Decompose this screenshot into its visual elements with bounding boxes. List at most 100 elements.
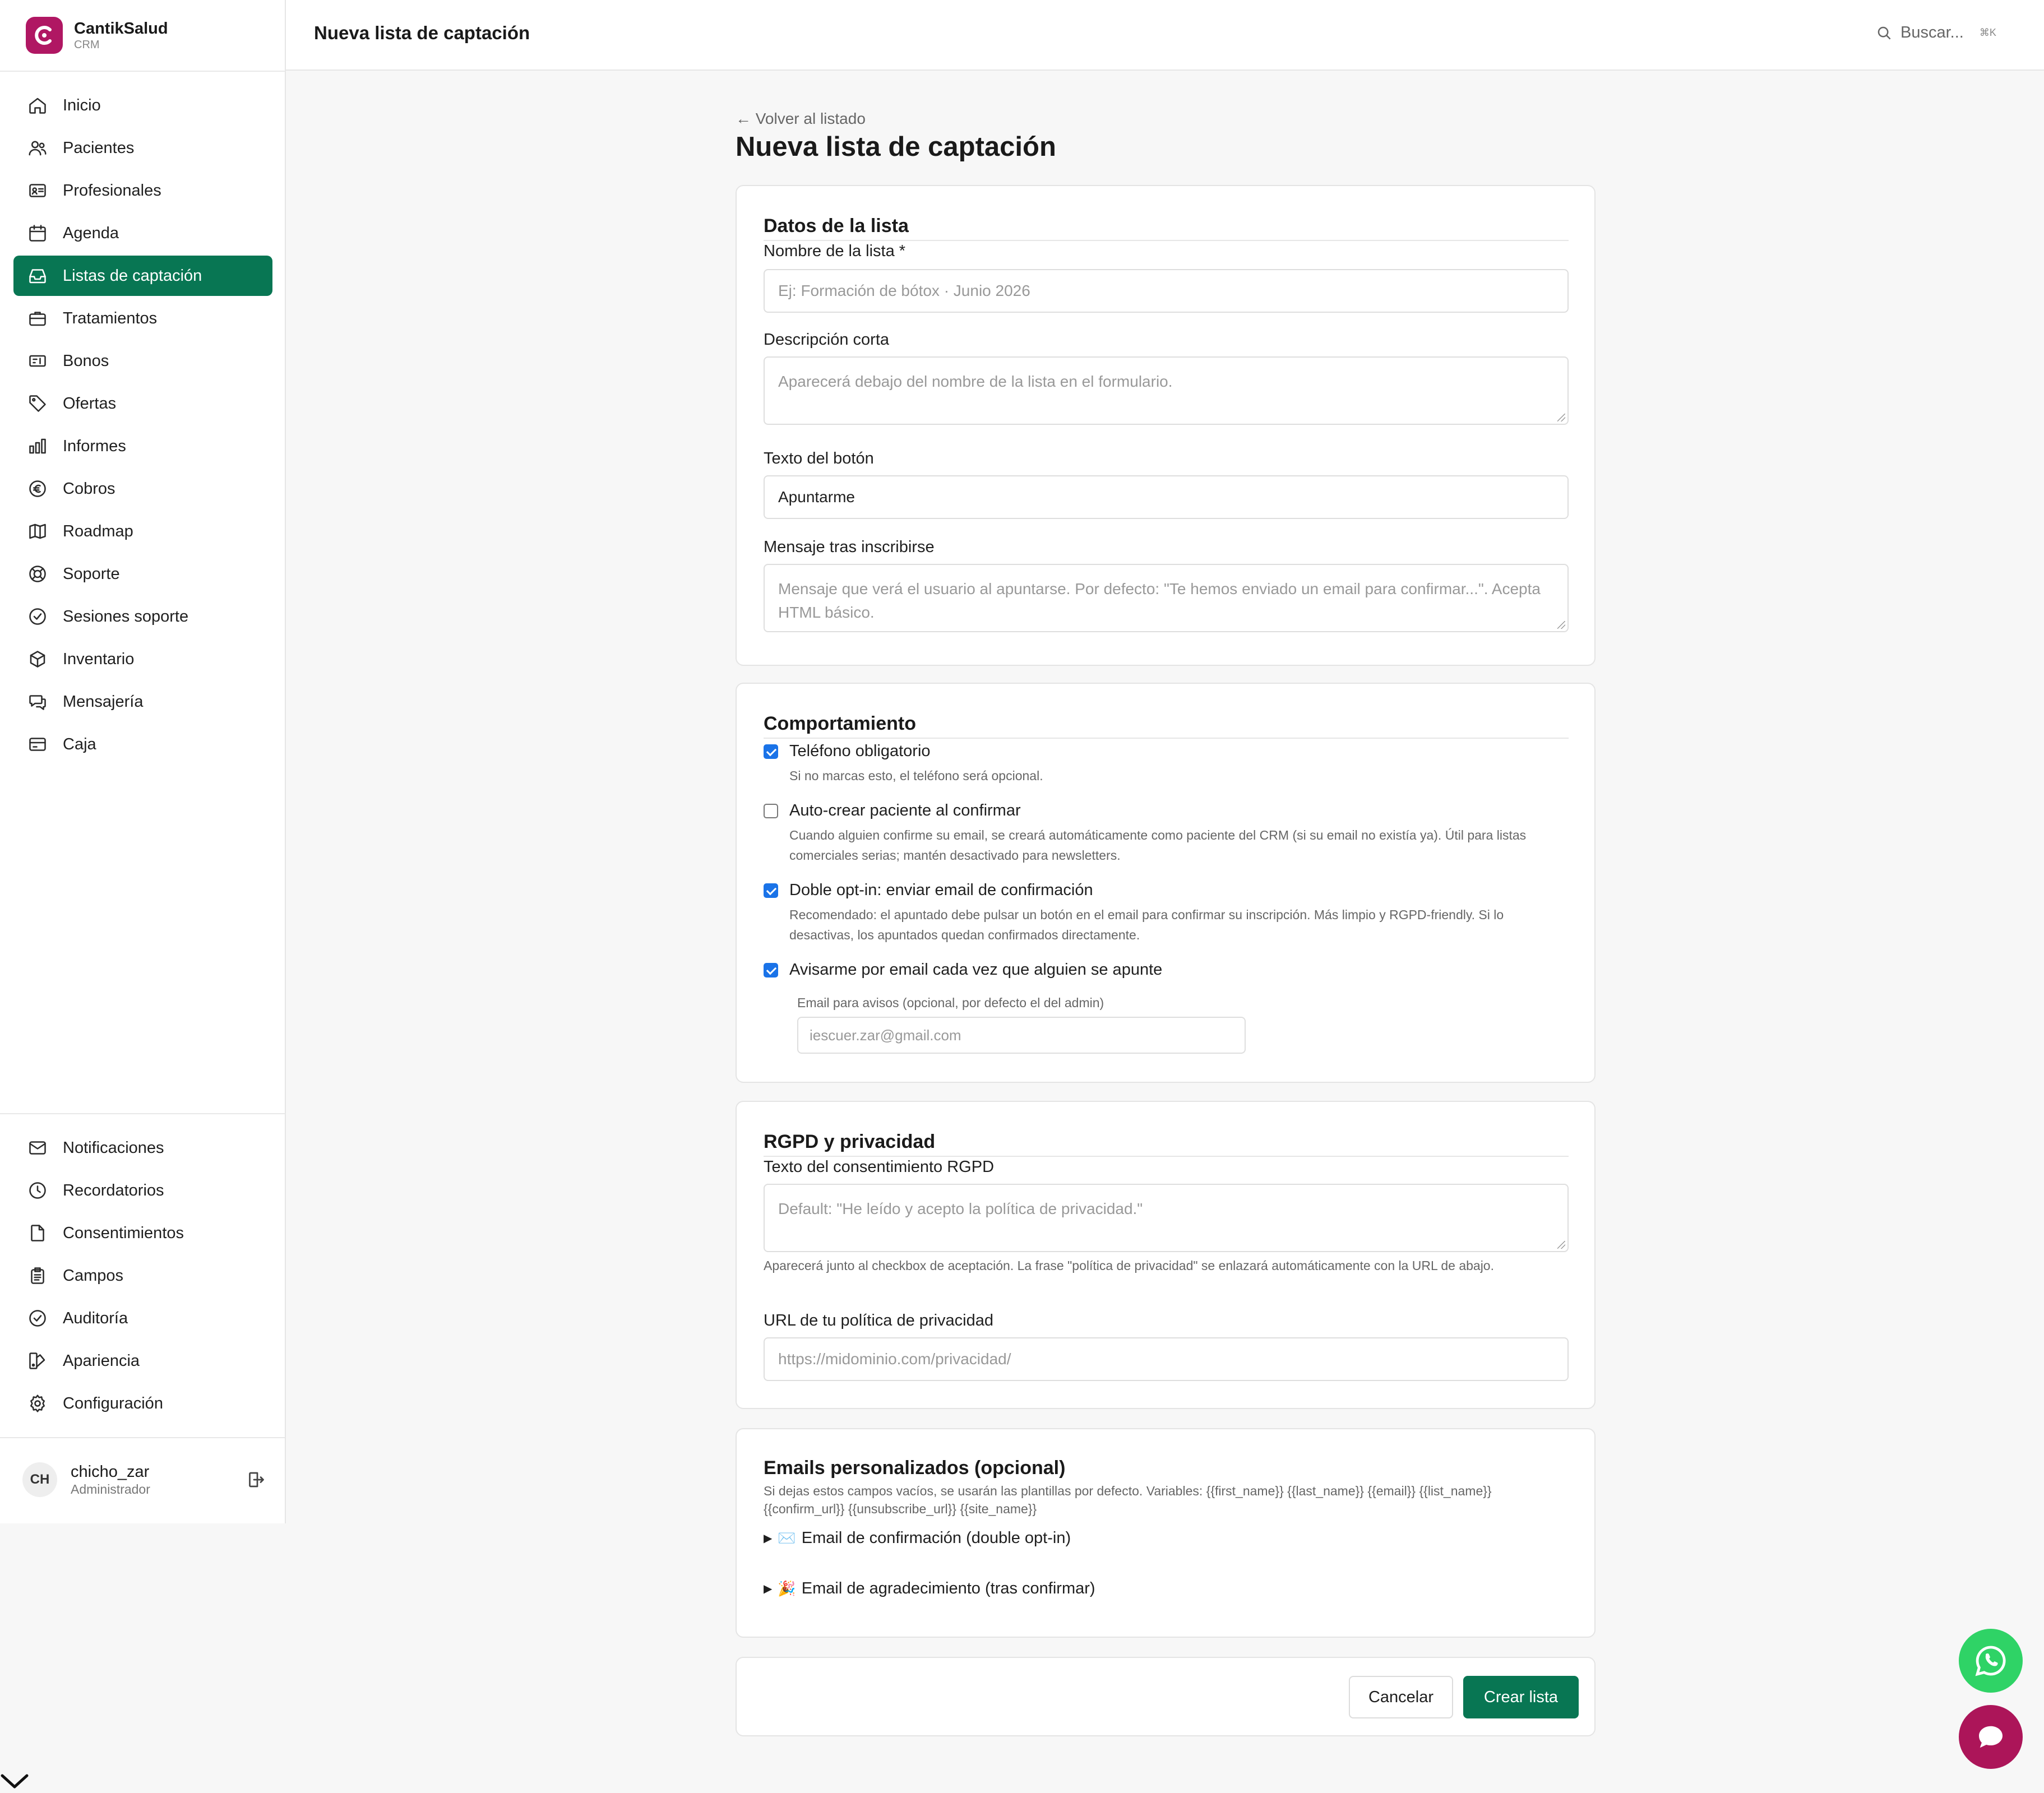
- option-help: Recomendado: el apuntado debe pulsar un …: [789, 907, 1504, 942]
- sidebar-item-ofertas[interactable]: Ofertas: [13, 383, 272, 424]
- sidebar-item-label: Auditoría: [63, 1309, 128, 1327]
- descripcion-placeholder: Aparecerá debajo del nombre de la lista …: [778, 373, 1173, 390]
- nombre-input[interactable]: Ej: Formación de bótox · Junio 2026: [764, 269, 1569, 313]
- logout-icon[interactable]: [246, 1470, 266, 1490]
- chevron-down-icon[interactable]: [0, 1771, 29, 1790]
- datos-de-la-lista-card: Datos de la lista Nombre de la lista * E…: [736, 185, 1596, 666]
- aviso-email-label: Email para avisos (opcional, por defecto…: [797, 995, 1104, 1010]
- check-badge-icon: [27, 606, 48, 627]
- boton-value: Apuntarme: [778, 488, 855, 506]
- sidebar-item-informes[interactable]: Informes: [13, 426, 272, 466]
- palette-icon: [27, 1350, 48, 1372]
- back-to-list-link[interactable]: ← Volver al listado: [736, 110, 866, 128]
- whatsapp-button[interactable]: [1959, 1629, 2023, 1693]
- privacy-url-input[interactable]: https://midominio.com/privacidad/: [764, 1337, 1569, 1381]
- briefcase-icon: [27, 308, 48, 329]
- telefono-obligatorio-checkbox[interactable]: [764, 744, 778, 759]
- confirmation-email-toggle[interactable]: ▶ ✉️ Email de confirmación (double opt-i…: [764, 1529, 1071, 1548]
- sidebar-item-inventario[interactable]: Inventario: [13, 639, 272, 679]
- sidebar-item-listas-de-captacion[interactable]: Listas de captación: [13, 256, 272, 296]
- url-label: URL de tu política de privacidad: [764, 1312, 993, 1329]
- option-label: Teléfono obligatorio: [789, 742, 931, 760]
- sidebar-item-auditoria[interactable]: Auditoría: [13, 1298, 272, 1338]
- sidebar-item-sesiones-soporte[interactable]: Sesiones soporte: [13, 596, 272, 637]
- sidebar-item-cobros[interactable]: Cobros: [13, 469, 272, 509]
- sidebar-item-label: Notificaciones: [63, 1138, 164, 1157]
- lifebuoy-icon: [27, 563, 48, 585]
- user-name: chicho_zar: [71, 1463, 150, 1481]
- sidebar-item-label: Inventario: [63, 650, 135, 668]
- chat-button[interactable]: [1959, 1705, 2023, 1769]
- option-help: Si no marcas esto, el teléfono será opci…: [789, 768, 1043, 783]
- search-box[interactable]: Buscar... ⌘K: [1876, 24, 1996, 42]
- consent-placeholder: Default: "He leído y acepto la política …: [778, 1200, 1143, 1217]
- summary-label: Email de agradecimiento (tras confirmar): [801, 1579, 1095, 1597]
- aviso-email-input[interactable]: iescuer.zar@gmail.com: [797, 1017, 1246, 1054]
- chat-bubble-icon: [1979, 1726, 2003, 1748]
- sidebar-item-configuracion[interactable]: Configuración: [13, 1383, 272, 1424]
- sidebar-item-pacientes[interactable]: Pacientes: [13, 128, 272, 168]
- create-list-button[interactable]: Crear lista: [1463, 1676, 1579, 1718]
- resize-handle[interactable]: [1557, 414, 1565, 421]
- sidebar-item-agenda[interactable]: Agenda: [13, 213, 272, 253]
- box-icon: [27, 648, 48, 670]
- disclosure-triangle-icon: ▶: [764, 1583, 773, 1595]
- euro-icon: [27, 478, 48, 499]
- id-card-icon: [27, 180, 48, 201]
- resize-handle[interactable]: [1557, 621, 1565, 629]
- doble-opt-in-checkbox[interactable]: [764, 883, 778, 898]
- home-icon: [27, 95, 48, 116]
- sidebar-item-label: Cobros: [63, 479, 115, 498]
- section-divider: [764, 1156, 1569, 1157]
- cancel-button[interactable]: Cancelar: [1349, 1676, 1453, 1718]
- sidebar-item-consentimientos[interactable]: Consentimientos: [13, 1213, 272, 1253]
- whatsapp-icon: [1975, 1646, 2006, 1676]
- disclosure-triangle-icon: ▶: [764, 1532, 773, 1545]
- option-label: Avisarme por email cada vez que alguien …: [789, 961, 1163, 979]
- sidebar-item-caja[interactable]: Caja: [13, 724, 272, 765]
- sidebar-item-campos[interactable]: Campos: [13, 1255, 272, 1296]
- consent-textarea[interactable]: Default: "He leído y acepto la política …: [764, 1184, 1569, 1252]
- sidebar-item-recordatorios[interactable]: Recordatorios: [13, 1170, 272, 1211]
- section-title: Datos de la lista: [764, 215, 909, 237]
- resize-handle[interactable]: [1557, 1241, 1565, 1249]
- sidebar-item-label: Apariencia: [63, 1351, 140, 1370]
- brand[interactable]: CantikSalud CRM: [26, 17, 168, 54]
- sidebar-item-inicio[interactable]: Inicio: [13, 85, 272, 126]
- sidebar-item-roadmap[interactable]: Roadmap: [13, 511, 272, 552]
- auto-crear-paciente-checkbox[interactable]: [764, 804, 778, 818]
- sidebar-item-notificaciones[interactable]: Notificaciones: [13, 1128, 272, 1168]
- sidebar-item-bonos[interactable]: Bonos: [13, 341, 272, 381]
- boton-label: Texto del botón: [764, 450, 874, 467]
- file-icon: [27, 1222, 48, 1244]
- sidebar-divider: [0, 71, 285, 72]
- boton-text-input[interactable]: Apuntarme: [764, 475, 1569, 519]
- sidebar-divider: [0, 1113, 285, 1114]
- bar-chart-icon: [27, 435, 48, 457]
- search-icon: [1877, 26, 1891, 40]
- section-title: Emails personalizados (opcional): [764, 1457, 1066, 1479]
- search-shortcut: ⌘K: [1979, 27, 1996, 38]
- avisarme-checkbox[interactable]: [764, 963, 778, 977]
- emails-help: Si dejas estos campos vacíos, se usarán …: [764, 1484, 1492, 1516]
- section-title: Comportamiento: [764, 713, 916, 734]
- thanks-email-toggle[interactable]: ▶ 🎉 Email de agradecimiento (tras confir…: [764, 1579, 1095, 1598]
- sidebar-item-soporte[interactable]: Soporte: [13, 554, 272, 594]
- sidebar-item-mensajeria[interactable]: Mensajería: [13, 682, 272, 722]
- credit-card-icon: [27, 734, 48, 755]
- clock-icon: [27, 1180, 48, 1201]
- consent-help: Aparecerá junto al checkbox de aceptació…: [764, 1258, 1494, 1273]
- sidebar-item-apariencia[interactable]: Apariencia: [13, 1341, 272, 1381]
- sidebar-item-profesionales[interactable]: Profesionales: [13, 170, 272, 211]
- avatar[interactable]: CH: [22, 1462, 57, 1497]
- mensaje-label: Mensaje tras inscribirse: [764, 538, 935, 556]
- mensaje-placeholder: Mensaje que verá el usuario al apuntarse…: [778, 580, 1541, 621]
- option-label: Auto-crear paciente al confirmar: [789, 801, 1021, 819]
- sidebar-item-tratamientos[interactable]: Tratamientos: [13, 298, 272, 339]
- mensaje-textarea[interactable]: Mensaje que verá el usuario al apuntarse…: [764, 564, 1569, 632]
- option-label: Doble opt-in: enviar email de confirmaci…: [789, 881, 1093, 899]
- descripcion-textarea[interactable]: Aparecerá debajo del nombre de la lista …: [764, 356, 1569, 425]
- sidebar-bottom-nav: Notificaciones Recordatorios Consentimie…: [13, 1128, 272, 1426]
- calendar-icon: [27, 223, 48, 244]
- sidebar-item-label: Roadmap: [63, 522, 133, 540]
